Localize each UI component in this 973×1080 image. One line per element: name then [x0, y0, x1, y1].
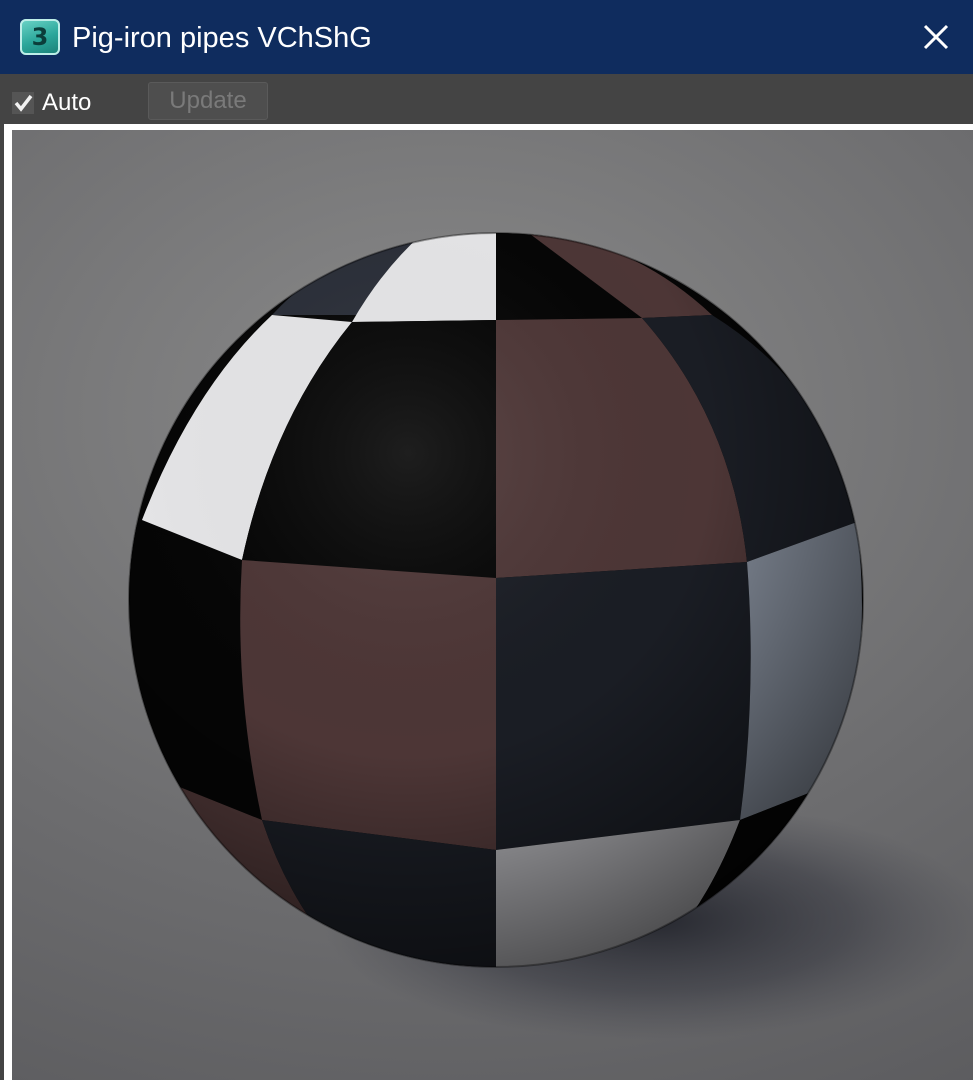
- window-title: Pig-iron pipes VChShG: [72, 22, 372, 54]
- checkmark-icon: [12, 92, 34, 114]
- auto-label: Auto: [42, 89, 92, 116]
- material-preview-window: 3 Pig-iron pipes VChShG Auto Update: [0, 0, 973, 1080]
- sphere-shading: [129, 233, 863, 967]
- app-icon-glyph: 3: [31, 23, 49, 51]
- toolbar: Auto Update: [0, 74, 973, 124]
- update-button[interactable]: Update: [148, 82, 268, 120]
- auto-checkbox[interactable]: Auto: [12, 88, 112, 118]
- app-icon: 3: [20, 19, 60, 55]
- material-preview-viewport[interactable]: [12, 130, 973, 1080]
- title-bar[interactable]: 3 Pig-iron pipes VChShG: [0, 0, 973, 74]
- preview-frame: [4, 124, 973, 1080]
- close-icon: [923, 24, 949, 50]
- material-preview-sphere: [128, 232, 973, 1040]
- close-button[interactable]: [899, 0, 973, 74]
